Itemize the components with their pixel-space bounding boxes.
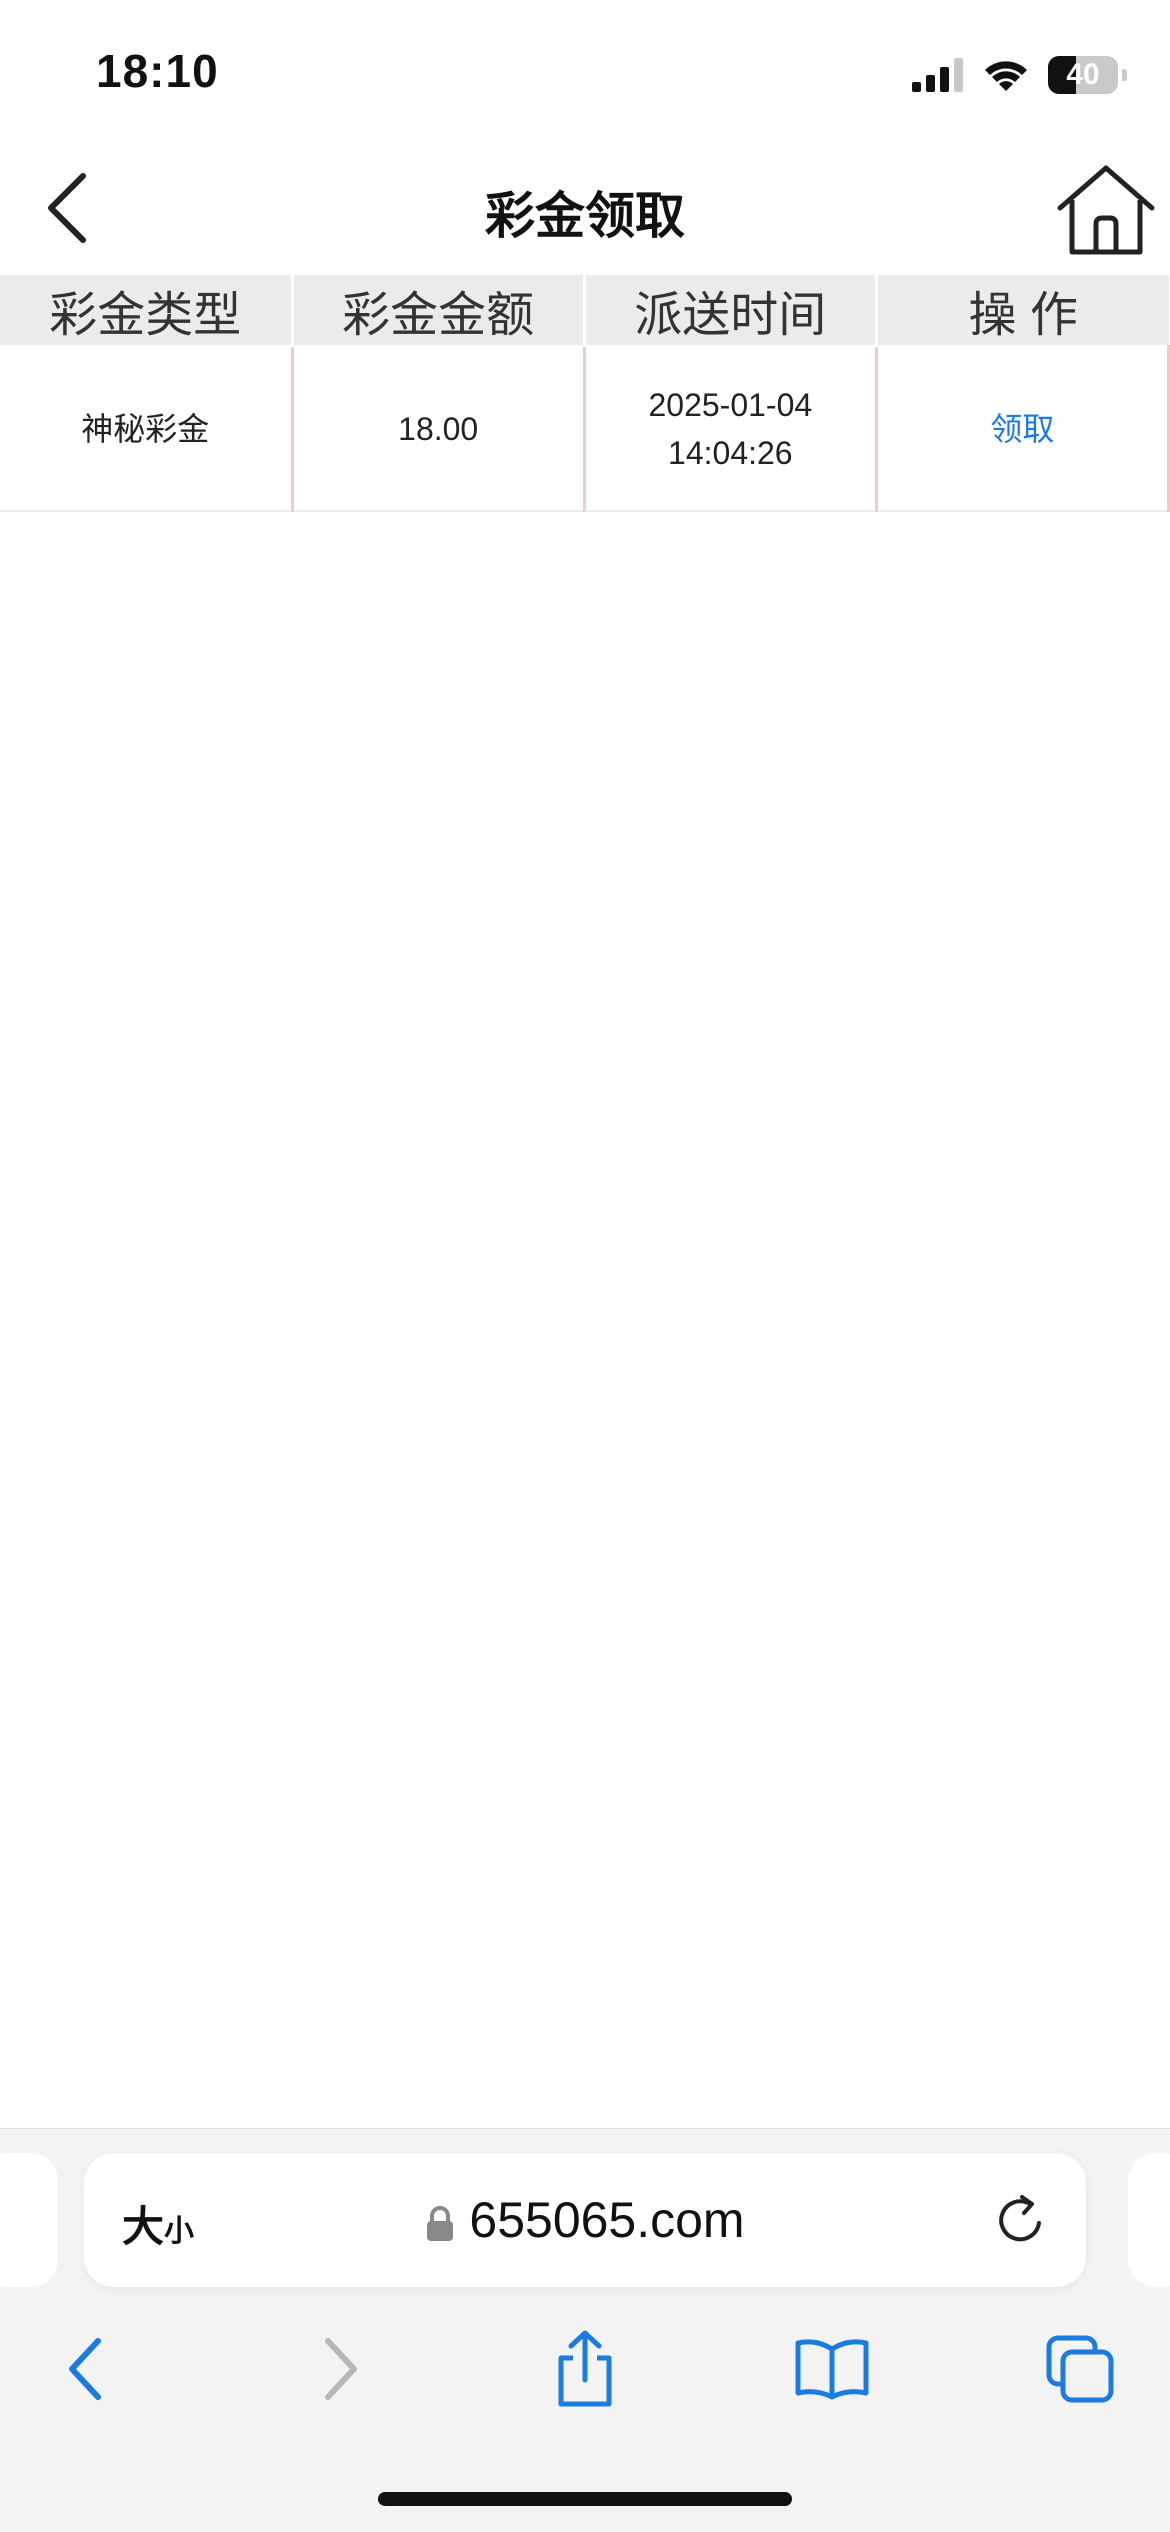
column-header-amount: 彩金金额 xyxy=(292,275,586,347)
signal-icon xyxy=(912,58,963,92)
battery-cap xyxy=(1122,69,1127,81)
address-bar[interactable]: 大小 655065.com xyxy=(84,2153,1086,2287)
reload-icon[interactable] xyxy=(992,2191,1050,2249)
share-icon xyxy=(558,2330,612,2407)
battery-icon: 40 xyxy=(1048,56,1127,94)
claim-button[interactable]: 领取 xyxy=(990,411,1054,447)
back-icon xyxy=(69,2338,101,2400)
column-header-type: 彩金类型 xyxy=(0,275,294,347)
nav-header: 彩金领取 xyxy=(0,140,1170,275)
browser-back-button[interactable] xyxy=(46,2329,126,2409)
url-display[interactable]: 655065.com xyxy=(84,2191,1086,2249)
battery-level: 40 xyxy=(1066,58,1100,91)
cell-amount: 18.00 xyxy=(292,346,586,512)
home-icon xyxy=(1057,165,1155,255)
browser-toolbar xyxy=(0,2299,1170,2429)
status-bar: 18:10 40 xyxy=(0,0,1170,140)
wifi-icon xyxy=(985,61,1027,91)
table-header-row: 彩金类型 彩金金额 派送时间 操 作 xyxy=(0,275,1169,347)
home-indicator xyxy=(378,2492,792,2506)
tabs-icon xyxy=(1046,2335,1114,2403)
column-header-time: 派送时间 xyxy=(584,275,878,347)
url-text: 655065.com xyxy=(469,2192,745,2248)
cell-action: 领取 xyxy=(876,346,1170,512)
share-button[interactable] xyxy=(545,2329,625,2409)
column-header-action: 操 作 xyxy=(876,275,1169,347)
status-icons: 40 xyxy=(912,50,1127,100)
lock-icon xyxy=(427,2205,454,2241)
home-button[interactable] xyxy=(1056,162,1156,257)
tabs-button[interactable] xyxy=(1040,2329,1120,2409)
cell-type: 神秘彩金 xyxy=(0,346,294,512)
bookmarks-icon xyxy=(795,2339,869,2400)
page-title: 彩金领取 xyxy=(485,188,685,244)
bookmarks-button[interactable] xyxy=(792,2329,872,2409)
status-time: 18:10 xyxy=(96,45,219,97)
browser-forward-button[interactable] xyxy=(300,2329,380,2409)
cell-time: 2025-01-04 14:04:26 xyxy=(584,346,878,512)
next-tab-preview[interactable] xyxy=(1128,2153,1170,2287)
previous-tab-preview[interactable] xyxy=(0,2153,58,2287)
browser-bottom-bar: 大小 655065.com xyxy=(0,2128,1170,2532)
cell-date-line: 2025-01-04 xyxy=(648,386,813,423)
cell-time-line: 14:04:26 xyxy=(668,434,793,471)
forward-icon xyxy=(325,2338,357,2400)
bonus-table: 彩金类型 彩金金额 派送时间 操 作 神秘彩金 18.00 2025-01-04… xyxy=(0,275,1170,512)
table-row: 神秘彩金 18.00 2025-01-04 14:04:26 领取 xyxy=(0,346,1170,512)
